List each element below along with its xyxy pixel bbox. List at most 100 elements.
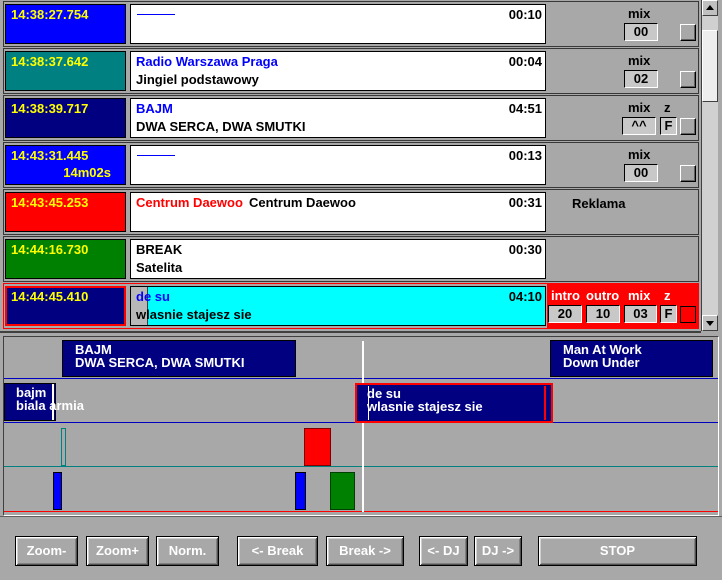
empty-title-line xyxy=(137,155,175,156)
playlist-row[interactable]: 14:44:16.730 BREAK Satelita 00:30 xyxy=(3,236,699,282)
mix-value-field[interactable]: 02 xyxy=(624,70,658,88)
mix-value-field[interactable]: 03 xyxy=(624,305,657,323)
start-time: 14:44:16.730 xyxy=(11,242,89,257)
arrow-up-icon xyxy=(706,5,714,10)
z-value-field[interactable]: F xyxy=(660,305,677,323)
stop-button[interactable]: STOP xyxy=(538,536,697,566)
timeline-item-subtitle: wlasnie stajesz sie xyxy=(367,399,483,414)
scroll-thumb[interactable] xyxy=(702,30,718,102)
next-dj-button[interactable]: DJ -> xyxy=(474,536,522,566)
next-break-button[interactable]: Break -> xyxy=(326,536,404,566)
toolbar: Zoom- Zoom+ Norm. <- Break Break -> <- D… xyxy=(0,516,722,580)
playlist-row-current[interactable]: 14:44:45.410 de su wlasnie stajesz sie 0… xyxy=(3,283,699,329)
playlist-row[interactable]: 14:43:45.253 Centrum Daewoo Centrum Daew… xyxy=(3,189,699,235)
start-time-cell: 14:44:45.410 xyxy=(5,286,126,326)
start-time-cell: 14:38:37.642 xyxy=(5,51,126,91)
intro-value-field[interactable]: 20 xyxy=(548,305,582,323)
timeline-item[interactable]: Man At Work Down Under xyxy=(550,340,713,377)
mix-label: mix xyxy=(628,288,651,303)
playlist-row[interactable]: 14:38:27.754 00:10 mix 00 xyxy=(3,1,699,47)
start-time: 14:38:37.642 xyxy=(11,54,89,69)
mix-label: mix xyxy=(628,100,651,115)
duration: 04:51 xyxy=(508,101,542,116)
start-time: 14:43:45.253 xyxy=(11,195,89,210)
mix-toggle-button[interactable] xyxy=(680,71,696,88)
track-divider xyxy=(4,378,718,379)
track-info[interactable]: Radio Warszawa Praga Jingiel podstawowy … xyxy=(130,51,546,91)
track-title: wlasnie stajesz sie xyxy=(136,307,252,322)
start-time: 14:38:39.717 xyxy=(11,101,89,116)
timeline-item-current[interactable]: de su wlasnie stajesz sie xyxy=(355,383,553,423)
prev-dj-button[interactable]: <- DJ xyxy=(419,536,468,566)
track-info[interactable]: Centrum Daewoo Centrum Daewoo 00:31 xyxy=(130,192,546,232)
zoom-normal-button[interactable]: Norm. xyxy=(156,536,219,566)
mix-toggle-button[interactable] xyxy=(680,165,696,182)
empty-title-line xyxy=(137,14,175,15)
track-info[interactable]: 00:10 xyxy=(130,4,546,44)
timeline-item-subtitle: biala armia xyxy=(16,398,84,413)
duration: 00:13 xyxy=(508,148,542,163)
zoom-in-button[interactable]: Zoom+ xyxy=(86,536,149,566)
mix-toggle-button[interactable] xyxy=(680,24,696,41)
start-time-cell: 14:38:39.717 xyxy=(5,98,126,138)
mix-label: mix xyxy=(628,147,651,162)
mix-label: mix xyxy=(628,6,651,21)
timeline-item-subtitle: DWA SERCA, DWA SMUTKI xyxy=(75,355,245,370)
start-time-cell: 14:44:16.730 xyxy=(5,239,126,279)
scroll-down-button[interactable] xyxy=(702,315,718,331)
timeline-item[interactable]: bajm biala armia xyxy=(4,383,84,421)
mix-toggle-button[interactable] xyxy=(680,306,696,323)
playhead-line[interactable] xyxy=(362,341,364,512)
category-label: Reklama xyxy=(572,196,626,211)
timeline-item[interactable]: BAJM DWA SERCA, DWA SMUTKI xyxy=(62,340,296,377)
arrow-down-icon xyxy=(706,321,714,326)
track-title: Jingiel podstawowy xyxy=(136,72,259,87)
mix-value-field[interactable]: ^^ xyxy=(622,117,656,135)
timeline-item-subtitle: Down Under xyxy=(563,355,640,370)
scroll-up-button[interactable] xyxy=(702,0,718,16)
track-artist: BAJM xyxy=(136,101,173,116)
timeline-marker[interactable] xyxy=(330,472,355,510)
zoom-out-button[interactable]: Zoom- xyxy=(15,536,78,566)
intro-label: intro xyxy=(551,288,580,303)
track-divider xyxy=(4,466,718,467)
playlist-row[interactable]: 14:38:37.642 Radio Warszawa Praga Jingie… xyxy=(3,48,699,94)
z-value-field[interactable]: F xyxy=(660,117,677,135)
outro-value-field[interactable]: 10 xyxy=(586,305,620,323)
timeline[interactable]: BAJM DWA SERCA, DWA SMUTKI Man At Work D… xyxy=(3,336,719,516)
track-info[interactable]: de su wlasnie stajesz sie 04:10 xyxy=(130,286,546,326)
mix-value-field[interactable]: 00 xyxy=(624,164,658,182)
track-info[interactable]: 00:13 xyxy=(130,145,546,185)
track-info[interactable]: BREAK Satelita 00:30 xyxy=(130,239,546,279)
track-artist: Radio Warszawa Praga xyxy=(136,54,278,69)
duration: 04:10 xyxy=(508,289,542,304)
track-info[interactable]: BAJM DWA SERCA, DWA SMUTKI 04:51 xyxy=(130,98,546,138)
timeline-marker[interactable] xyxy=(61,428,66,466)
track-title-overlay: Centrum Daewoo xyxy=(249,195,356,210)
timeline-marker[interactable] xyxy=(304,428,331,466)
timeline-marker[interactable] xyxy=(295,472,306,510)
duration: 00:10 xyxy=(508,7,542,22)
start-time-cell: 14:38:27.754 xyxy=(5,4,126,44)
timeline-marker[interactable] xyxy=(53,472,62,510)
playlist-scrollbar[interactable] xyxy=(701,0,718,331)
track-title: DWA SERCA, DWA SMUTKI xyxy=(136,119,306,134)
playlist-row[interactable]: 14:38:39.717 BAJM DWA SERCA, DWA SMUTKI … xyxy=(3,95,699,141)
track-title: Satelita xyxy=(136,260,183,275)
mix-toggle-button[interactable] xyxy=(680,118,696,135)
playlist-row[interactable]: 14:43:31.445 14m02s 00:13 mix 00 xyxy=(3,142,699,188)
z-label: z xyxy=(664,100,671,115)
outro-label: outro xyxy=(586,288,620,303)
duration: 00:30 xyxy=(508,242,542,257)
mix-value-field[interactable]: 00 xyxy=(624,23,658,41)
duration: 00:04 xyxy=(508,54,542,69)
start-time: 14:38:27.754 xyxy=(11,7,89,22)
remaining-time: 14m02s xyxy=(63,165,111,180)
start-time: 14:43:31.445 xyxy=(11,148,89,163)
mix-label: mix xyxy=(628,53,651,68)
prev-break-button[interactable]: <- Break xyxy=(237,536,318,566)
track-artist: Centrum Daewoo xyxy=(136,195,243,210)
start-time-cell: 14:43:31.445 14m02s xyxy=(5,145,126,185)
track-artist: BREAK xyxy=(136,242,183,257)
playlist: 14:38:27.754 00:10 mix 00 14:38:37.642 R… xyxy=(0,0,701,333)
